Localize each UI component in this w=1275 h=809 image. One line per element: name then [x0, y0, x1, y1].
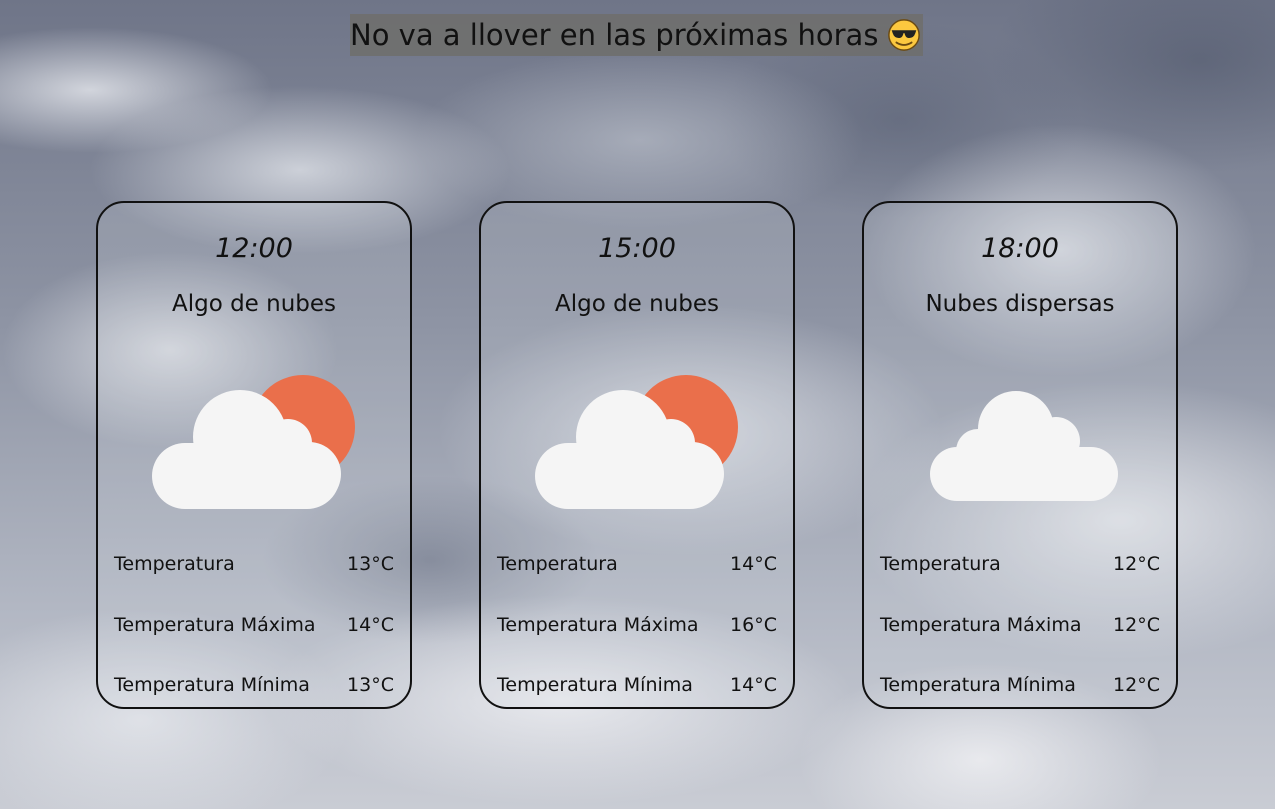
max-temperature-label: Temperatura Máxima: [880, 614, 1082, 636]
min-temperature-label: Temperatura Mínima: [880, 674, 1076, 696]
temperature-value: 14°C: [730, 553, 777, 575]
max-temperature-value: 12°C: [1113, 614, 1160, 636]
temperature-row: Temperatura 14°C: [497, 553, 777, 575]
min-temperature-value: 14°C: [730, 674, 777, 696]
min-temperature-row: Temperatura Mínima 12°C: [880, 674, 1160, 696]
forecast-card: 12:00 Algo de nubes Temperatura 13°C Tem…: [96, 201, 412, 709]
max-temperature-row: Temperatura Máxima 14°C: [114, 614, 394, 636]
temperature-row: Temperatura 12°C: [880, 553, 1160, 575]
min-temperature-label: Temperatura Mínima: [114, 674, 310, 696]
temperature-label: Temperatura: [497, 553, 618, 575]
partly-cloudy-icon: [152, 375, 355, 509]
max-temperature-row: Temperatura Máxima 12°C: [880, 614, 1160, 636]
forecast-time: 18:00: [981, 233, 1059, 264]
min-temperature-row: Temperatura Mínima 13°C: [114, 674, 394, 696]
forecast-description: Algo de nubes: [554, 291, 720, 317]
temperature-row: Temperatura 13°C: [114, 553, 394, 575]
max-temperature-value: 14°C: [347, 614, 394, 636]
max-temperature-label: Temperatura Máxima: [114, 614, 316, 636]
temperature-label: Temperatura: [880, 553, 1001, 575]
rain-alert-text: No va a llover en las próximas horas: [350, 18, 879, 52]
max-temperature-label: Temperatura Máxima: [497, 614, 699, 636]
forecast-description: Algo de nubes: [171, 291, 337, 317]
min-temperature-row: Temperatura Mínima 14°C: [497, 674, 777, 696]
min-temperature-label: Temperatura Mínima: [497, 674, 693, 696]
forecast-time: 15:00: [598, 233, 676, 264]
max-temperature-row: Temperatura Máxima 16°C: [497, 614, 777, 636]
temperature-value: 13°C: [347, 553, 394, 575]
forecast-description: Nubes dispersas: [925, 291, 1115, 317]
min-temperature-value: 12°C: [1113, 674, 1160, 696]
temperature-value: 12°C: [1113, 553, 1160, 575]
forecast-time: 12:00: [215, 233, 293, 264]
max-temperature-value: 16°C: [730, 614, 777, 636]
cloud-icon: [930, 391, 1118, 501]
forecast-card: 18:00 Nubes dispersas Temperatura 12°C T…: [862, 201, 1178, 709]
forecast-card: 15:00 Algo de nubes Temperatura 14°C Tem…: [479, 201, 795, 709]
sunglasses-emoji-icon: [888, 19, 921, 51]
rain-alert-banner: No va a llover en las próximas horas: [350, 14, 924, 56]
temperature-label: Temperatura: [114, 553, 235, 575]
min-temperature-value: 13°C: [347, 674, 394, 696]
partly-cloudy-icon: [535, 375, 738, 509]
